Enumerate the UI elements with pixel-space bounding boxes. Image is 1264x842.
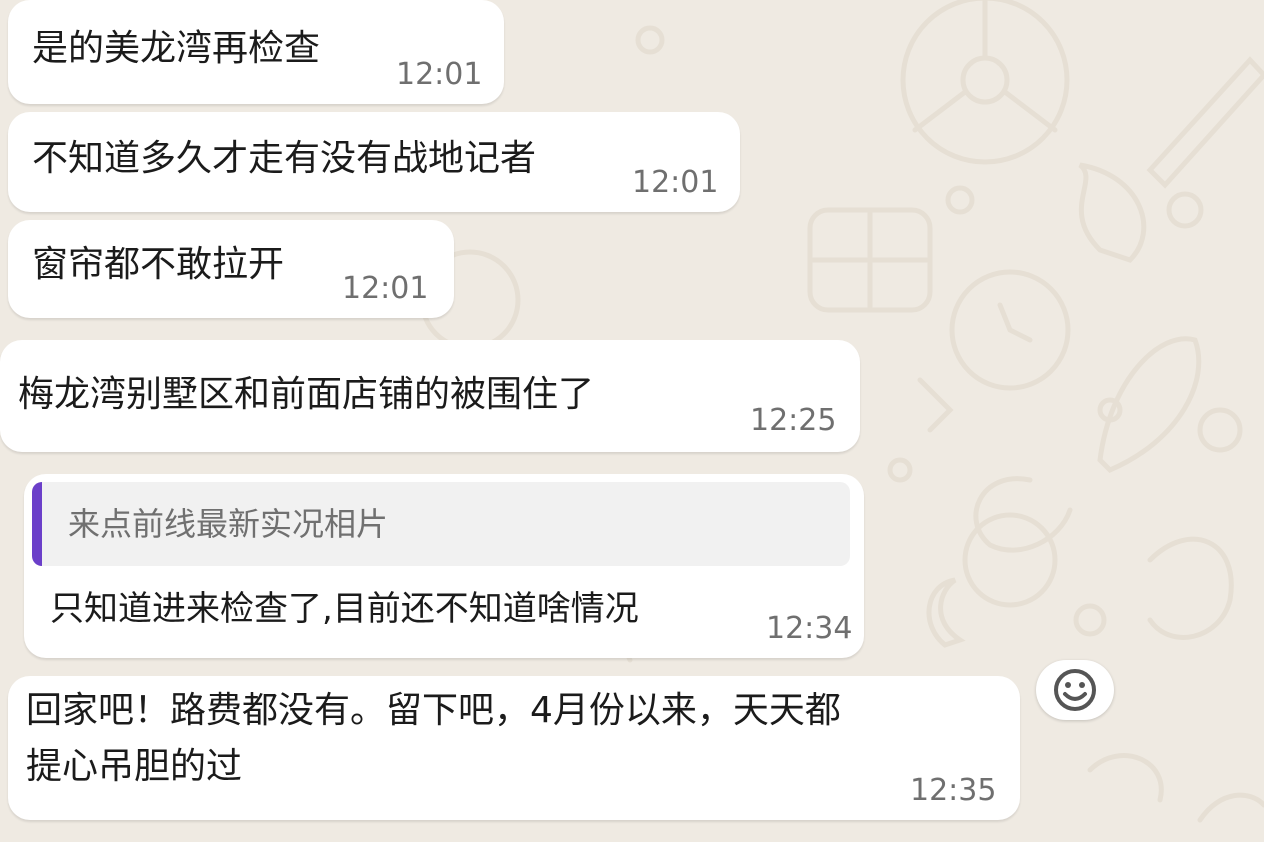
message-time: 12:01 (396, 57, 483, 92)
message-time: 12:25 (750, 403, 837, 438)
message-text: 只知道进来检查了,目前还不知道啥情况 (50, 589, 639, 629)
message-time: 12:35 (910, 773, 997, 808)
message-text-line: 提心吊胆的过 (26, 746, 243, 787)
message-text-line: 回家吧！路费都没有。留下吧，4月份以来，天天都 (26, 690, 841, 731)
message-bubble[interactable]: 回家吧！路费都没有。留下吧，4月份以来，天天都 提心吊胆的过 12:35 (8, 676, 1020, 820)
message-text: 是的美龙湾再检查 (32, 28, 321, 69)
quoted-message[interactable]: 来点前线最新实况相片 (32, 482, 850, 566)
message-bubble[interactable]: 不知道多久才走有没有战地记者 12:01 (8, 112, 740, 212)
message-bubble[interactable]: 是的美龙湾再检查 12:01 (8, 0, 504, 104)
message-bubble[interactable]: 窗帘都不敢拉开 12:01 (8, 220, 454, 318)
message-text: 窗帘都不敢拉开 (32, 244, 285, 285)
message-bubble[interactable]: 梅龙湾别墅区和前面店铺的被围住了 12:25 (0, 340, 860, 452)
message-time: 12:34 (766, 611, 853, 646)
quoted-message-text: 来点前线最新实况相片 (68, 505, 389, 543)
reaction-button[interactable] (1036, 660, 1114, 720)
quote-accent-bar (32, 482, 42, 566)
chat-message-list: 是的美龙湾再检查 12:01 不知道多久才走有没有战地记者 12:01 窗帘都不… (0, 0, 1264, 842)
smiley-face-icon (1054, 669, 1096, 711)
message-text: 梅龙湾别墅区和前面店铺的被围住了 (18, 374, 595, 415)
message-time: 12:01 (632, 165, 719, 200)
reply-message-bubble[interactable]: 来点前线最新实况相片 只知道进来检查了,目前还不知道啥情况 12:34 (24, 474, 864, 658)
message-time: 12:01 (342, 271, 429, 306)
message-text: 不知道多久才走有没有战地记者 (32, 138, 537, 179)
